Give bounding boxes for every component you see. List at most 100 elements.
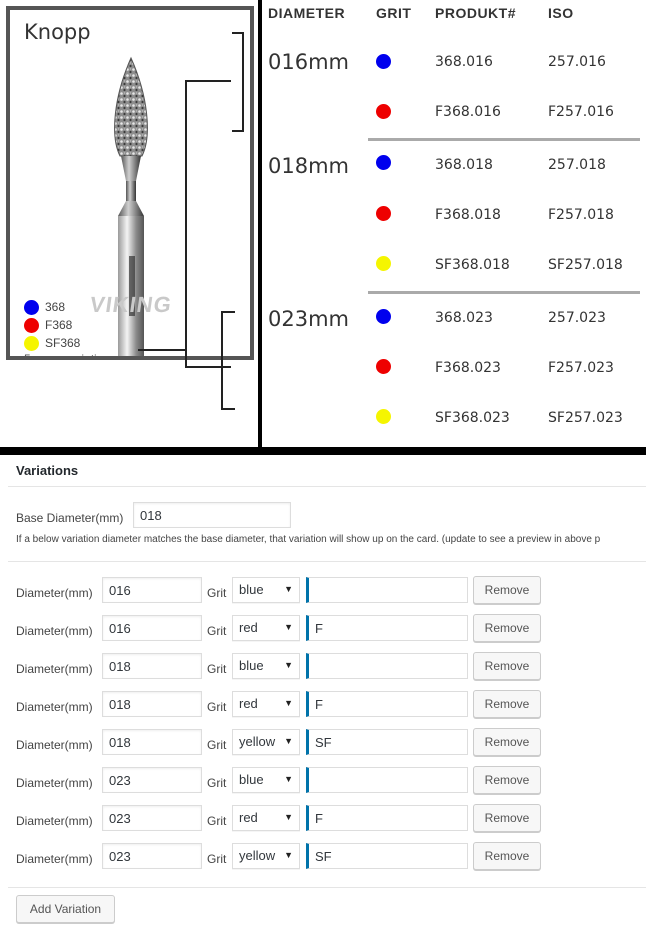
iso-code: F257.016 [548, 104, 614, 120]
grit-label: Grit [207, 700, 227, 714]
divider [8, 561, 646, 562]
iso-code: F257.018 [548, 207, 614, 223]
dropdown-arrow-icon: ▼ [284, 698, 293, 708]
grit-selected-value: red [239, 810, 258, 825]
remove-button[interactable]: Remove [473, 766, 541, 794]
variations-table: DIAMETER GRIT PRODUKT# ISO 016mm 368.016… [262, 0, 646, 447]
variation-diameter-input[interactable] [102, 615, 202, 641]
dropdown-arrow-icon: ▼ [284, 622, 293, 632]
variation-diameter-input[interactable] [102, 691, 202, 717]
grit-select[interactable]: red ▼ [232, 691, 300, 717]
blue-dot-icon [376, 155, 391, 170]
yellow-dot-icon [376, 256, 391, 271]
variation-diameter-input[interactable] [102, 577, 202, 603]
header-iso: ISO [548, 5, 574, 21]
prefix-input[interactable] [306, 653, 468, 679]
remove-button[interactable]: Remove [473, 804, 541, 832]
prefix-input[interactable] [306, 843, 468, 869]
header-diameter: DIAMETER [268, 5, 346, 21]
grit-select[interactable]: yellow ▼ [232, 729, 300, 755]
grit-label: Grit [207, 624, 227, 638]
remove-button[interactable]: Remove [473, 576, 541, 604]
product-card: Knopp VIKING 368 F368 SF368 5 more varia… [0, 0, 258, 447]
remove-button[interactable]: Remove [473, 652, 541, 680]
prefix-input[interactable] [306, 577, 468, 603]
prefix-input[interactable] [306, 805, 468, 831]
more-variations-link[interactable]: 5 more variationer [24, 352, 121, 356]
prefix-input[interactable] [306, 691, 468, 717]
blue-dot-icon [24, 299, 39, 315]
dropdown-arrow-icon: ▼ [284, 584, 293, 594]
variation-diameter-input[interactable] [102, 767, 202, 793]
brand-watermark: VIKING [88, 292, 174, 317]
variation-diameter-input[interactable] [102, 843, 202, 869]
variation-diameter-input[interactable] [102, 653, 202, 679]
grit-label: Grit [207, 776, 227, 790]
legend-item: SF368 [24, 334, 80, 352]
iso-code: 257.018 [548, 157, 606, 173]
iso-code: 257.016 [548, 54, 606, 70]
grit-selected-value: yellow [239, 848, 276, 863]
iso-code: SF257.018 [548, 257, 623, 273]
diameter-016: 016mm [268, 50, 349, 74]
grit-label: Grit [207, 814, 227, 828]
product-code: 368.023 [435, 310, 493, 326]
red-dot-icon [376, 104, 391, 119]
diameter-label: Diameter(mm) [16, 776, 93, 790]
grit-select[interactable]: red ▼ [232, 615, 300, 641]
prefix-input[interactable] [306, 615, 468, 641]
variation-diameter-input[interactable] [102, 805, 202, 831]
grit-label: Grit [207, 852, 227, 866]
group-divider [368, 138, 640, 141]
product-code: 368.016 [435, 54, 493, 70]
grit-label: Grit [207, 662, 227, 676]
prefix-input[interactable] [306, 767, 468, 793]
diameter-label: Diameter(mm) [16, 662, 93, 676]
header-product: PRODUKT# [435, 5, 517, 21]
diameter-023: 023mm [268, 307, 349, 331]
grit-selected-value: red [239, 620, 258, 635]
grit-select[interactable]: yellow ▼ [232, 843, 300, 869]
grit-select[interactable]: red ▼ [232, 805, 300, 831]
iso-code: F257.023 [548, 360, 614, 376]
remove-button[interactable]: Remove [473, 614, 541, 642]
pointer-line [138, 349, 186, 351]
red-dot-icon [376, 206, 391, 221]
grit-selected-value: red [239, 696, 258, 711]
remove-button[interactable]: Remove [473, 728, 541, 756]
base-diameter-label: Base Diameter(mm) [16, 511, 124, 525]
grit-select[interactable]: blue ▼ [232, 577, 300, 603]
diameter-label: Diameter(mm) [16, 852, 93, 866]
base-diameter-input[interactable] [133, 502, 291, 528]
legend-label: 368 [45, 300, 66, 314]
bracket-023 [221, 311, 235, 410]
prefix-input[interactable] [306, 729, 468, 755]
legend-item: 368 [24, 298, 80, 316]
grit-select[interactable]: blue ▼ [232, 767, 300, 793]
add-variation-button[interactable]: Add Variation [16, 895, 115, 923]
blue-dot-icon [376, 309, 391, 324]
dropdown-arrow-icon: ▼ [284, 736, 293, 746]
header-grit: GRIT [376, 5, 412, 21]
diameter-label: Diameter(mm) [16, 586, 93, 600]
product-code: F368.023 [435, 360, 501, 376]
divider [8, 887, 646, 888]
product-code: F368.018 [435, 207, 501, 223]
bracket-016 [232, 32, 244, 132]
remove-button[interactable]: Remove [473, 842, 541, 870]
red-dot-icon [24, 317, 39, 333]
blue-dot-icon [376, 54, 391, 69]
legend-label: F368 [45, 318, 73, 332]
diameter-018: 018mm [268, 154, 349, 178]
grit-selected-value: blue [239, 658, 264, 673]
legend-item: F368 [24, 316, 80, 334]
dropdown-arrow-icon: ▼ [284, 774, 293, 784]
variation-diameter-input[interactable] [102, 729, 202, 755]
divider [8, 486, 646, 487]
dropdown-arrow-icon: ▼ [284, 850, 293, 860]
grit-select[interactable]: blue ▼ [232, 653, 300, 679]
help-text: If a below variation diameter matches th… [16, 534, 601, 545]
grit-selected-value: blue [239, 582, 264, 597]
group-divider [368, 291, 640, 294]
remove-button[interactable]: Remove [473, 690, 541, 718]
